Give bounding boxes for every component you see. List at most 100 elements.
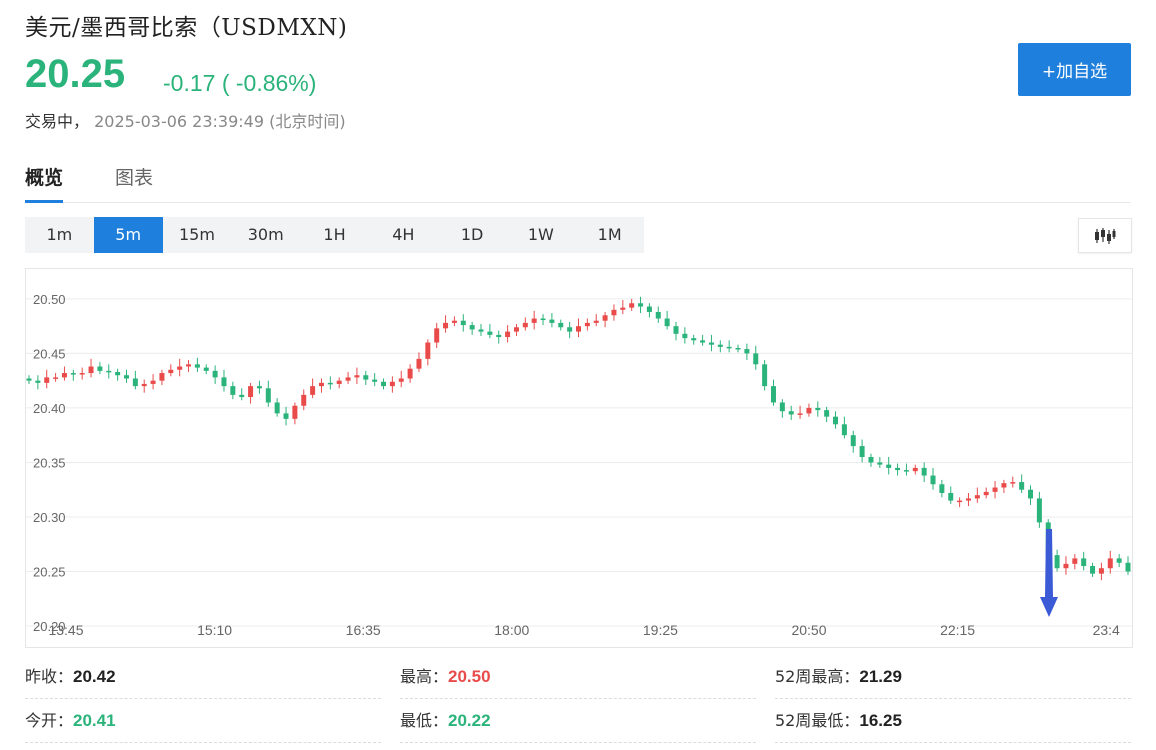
candle-body [1081, 558, 1087, 567]
status-timestamp: 2025-03-06 23:39:49 [94, 112, 265, 131]
period-1d[interactable]: 1D [438, 217, 507, 253]
down-arrow-annotation [1040, 529, 1058, 617]
candle-body [478, 329, 484, 332]
chart-type-toggle[interactable] [1078, 218, 1132, 253]
period-4h[interactable]: 4H [369, 217, 438, 253]
period-1m[interactable]: 1m [25, 217, 94, 253]
candle-body [53, 377, 59, 379]
price-chart[interactable]: 20.50 20.45 20.40 20.35 20.30 20.25 20.20 13:45… [25, 268, 1133, 648]
stat-low: 最低：20.22 [400, 700, 756, 743]
candle-body [700, 340, 706, 343]
candle-body [265, 388, 271, 403]
candle-body [132, 378, 138, 387]
candle-body [540, 318, 546, 321]
x-tick-label: 22:15 [940, 622, 975, 638]
candle-body [939, 484, 945, 493]
period-1h[interactable]: 1H [300, 217, 369, 253]
candle-body [886, 464, 892, 468]
candle-body [513, 327, 519, 332]
x-tick-label: 23:4 [1093, 622, 1120, 638]
y-tick-label: 20.40 [33, 401, 66, 416]
stat-label: 最低： [400, 711, 449, 730]
candle-body [381, 381, 387, 387]
stat-value: 20.41 [73, 711, 116, 730]
stat-label: 今开： [25, 711, 74, 730]
candle-body [1028, 489, 1034, 499]
candle-body [327, 382, 333, 385]
stat-value: 21.29 [859, 667, 902, 686]
candle-body [451, 320, 457, 323]
candle-body [593, 320, 599, 323]
candlestick-chart: 20.5020.4520.4020.3520.3020.2520.2013:45… [26, 292, 1132, 638]
candle-body [416, 358, 422, 369]
candle-body [496, 334, 502, 338]
candle-body [194, 364, 200, 368]
add-to-watchlist-button[interactable]: +加自选 [1018, 43, 1131, 96]
candle-body [531, 318, 537, 323]
tab-bar: 概览 图表 [25, 160, 1131, 203]
period-5m[interactable]: 5m [93, 217, 163, 253]
candle-body [212, 370, 218, 378]
candle-body [602, 315, 608, 321]
candle-body [584, 322, 590, 327]
period-30m[interactable]: 30m [231, 217, 300, 253]
candle-body [859, 446, 865, 457]
stat-high: 最高：20.50 [400, 656, 756, 699]
candle-body [655, 311, 661, 319]
candle-body [487, 331, 493, 335]
stat-value: 20.42 [73, 667, 116, 686]
candle-body [682, 333, 688, 339]
status-timezone: (北京时间) [269, 112, 346, 131]
candle-body [708, 342, 714, 345]
candle-body [815, 407, 821, 411]
status-label: 交易中， [25, 112, 90, 131]
candle-body [779, 402, 785, 412]
candle-body [611, 309, 617, 316]
candle-body [443, 322, 449, 329]
x-tick-label: 16:35 [346, 622, 381, 638]
period-1w[interactable]: 1W [506, 217, 575, 253]
candle-body [363, 375, 369, 380]
x-tick-label: 13:45 [48, 622, 83, 638]
candle-body [726, 346, 732, 349]
candle-body [1036, 498, 1042, 523]
candle-body [903, 470, 909, 472]
candle-body [983, 491, 989, 496]
candle-body [221, 377, 227, 387]
candle-body [753, 353, 759, 365]
candle-body [345, 377, 351, 381]
candle-body [1107, 558, 1113, 569]
candle-body [1090, 566, 1096, 574]
period-15m[interactable]: 15m [163, 217, 232, 253]
candle-body [762, 364, 768, 387]
stat-label: 52周最高： [775, 667, 860, 686]
candle-body [106, 370, 112, 373]
stat-value: 16.25 [859, 711, 902, 730]
candle-body [895, 467, 901, 471]
candle-body [274, 402, 280, 414]
candle-body [957, 500, 963, 503]
candle-body [1054, 555, 1060, 569]
candle-body [186, 364, 192, 367]
stat-label: 最高： [400, 667, 449, 686]
candle-body [735, 347, 741, 350]
candle-body [868, 457, 874, 463]
tab-overview[interactable]: 概览 [25, 163, 64, 203]
x-tick-label: 19:25 [643, 622, 678, 638]
candle-body [850, 435, 856, 447]
period-1mo[interactable]: 1M [575, 217, 644, 253]
candle-body [115, 371, 121, 376]
candle-body [79, 373, 85, 375]
candle-body [824, 410, 830, 417]
candle-body [248, 386, 254, 398]
candle-body [398, 378, 404, 382]
candle-body [833, 416, 839, 425]
candle-body [664, 318, 670, 327]
candle-body [168, 369, 174, 374]
candle-body [1001, 483, 1007, 488]
candle-body [26, 378, 32, 381]
candle-body [150, 380, 156, 384]
candle-body [310, 386, 316, 395]
tab-chart[interactable]: 图表 [115, 163, 153, 200]
candle-body [691, 338, 697, 341]
